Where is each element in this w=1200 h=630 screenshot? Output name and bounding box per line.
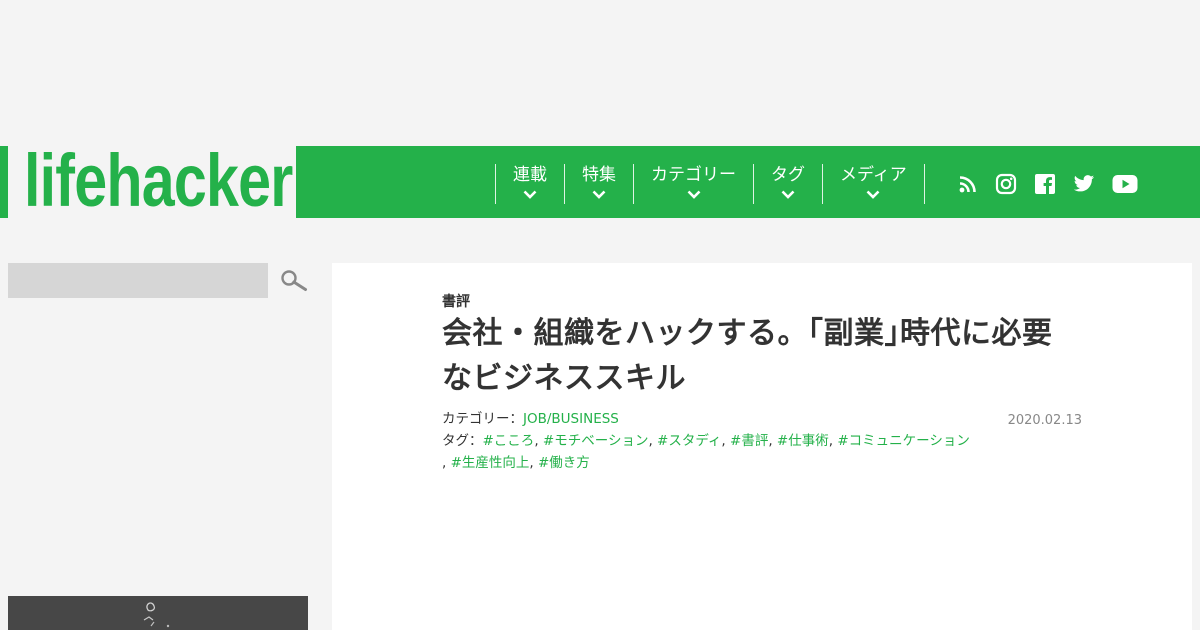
- tag-link[interactable]: #書評: [730, 433, 768, 449]
- nav-item-label: 特集: [582, 165, 616, 185]
- nav-item-label: 連載: [513, 165, 547, 185]
- article-title: 会社・組織をハックする。｢副業｣時代に必要なビジネススキル: [442, 316, 1053, 396]
- article-tags-line: タグ：#こころ, #モチベーション, #スタディ, #書評, #仕事術, #コミ…: [442, 433, 970, 471]
- instagram-icon[interactable]: [995, 173, 1017, 195]
- logo-accent-bar: [0, 146, 8, 218]
- nav-item-categories[interactable]: カテゴリー: [634, 164, 754, 204]
- tag-link[interactable]: #スタディ: [657, 433, 721, 449]
- social-links: [958, 172, 1155, 196]
- tag-link[interactable]: #コミュニケーション: [837, 433, 970, 449]
- tag-link[interactable]: #働き方: [538, 455, 590, 471]
- youtube-icon[interactable]: [1112, 174, 1138, 194]
- article-category[interactable]: 書評: [442, 291, 470, 311]
- nav-item-features[interactable]: 特集: [565, 164, 634, 204]
- site-logo[interactable]: lifehacker: [24, 136, 293, 226]
- category-link[interactable]: JOB/BUSINESS: [523, 411, 619, 427]
- main-nav: 連載 特集 カテゴリー タグ メディア: [296, 146, 1200, 218]
- tag-link[interactable]: #生産性向上: [451, 455, 530, 471]
- tag-link[interactable]: #こころ: [483, 433, 535, 449]
- article-card: 書評 会社・組織をハックする。｢副業｣時代に必要なビジネススキル 2020.02…: [332, 263, 1192, 630]
- chevron-down-icon: [866, 190, 880, 199]
- chevron-down-icon: [523, 190, 537, 199]
- nav-item-media[interactable]: メディア: [823, 164, 925, 204]
- twitter-icon[interactable]: [1073, 174, 1095, 194]
- publish-date: 2020.02.13: [1007, 413, 1082, 428]
- thumbnail-image: [8, 596, 308, 630]
- facebook-icon[interactable]: [1034, 173, 1056, 195]
- nav-menu: 連載 特集 カテゴリー タグ メディア: [495, 164, 925, 204]
- nav-item-label: メディア: [840, 165, 907, 185]
- tags-prefix: タグ：: [442, 433, 483, 449]
- chevron-down-icon: [687, 190, 700, 199]
- chevron-down-icon: [781, 190, 795, 199]
- tag-link[interactable]: #仕事術: [777, 433, 829, 449]
- chevron-down-icon: [592, 190, 606, 199]
- nav-item-series[interactable]: 連載: [496, 164, 565, 204]
- nav-item-label: カテゴリー: [651, 165, 736, 185]
- nav-item-tags[interactable]: タグ: [754, 164, 823, 204]
- search-button[interactable]: [278, 266, 310, 296]
- sidebar-article-thumbnail[interactable]: [8, 596, 308, 630]
- article-category-line: カテゴリー：JOB/BUSINESS: [442, 408, 619, 430]
- rss-icon[interactable]: [958, 174, 978, 194]
- search-icon: [281, 270, 307, 291]
- category-prefix: カテゴリー：: [442, 411, 523, 427]
- nav-item-label: タグ: [771, 165, 805, 185]
- search-input[interactable]: [8, 263, 268, 298]
- tag-link[interactable]: #モチベーション: [543, 433, 649, 449]
